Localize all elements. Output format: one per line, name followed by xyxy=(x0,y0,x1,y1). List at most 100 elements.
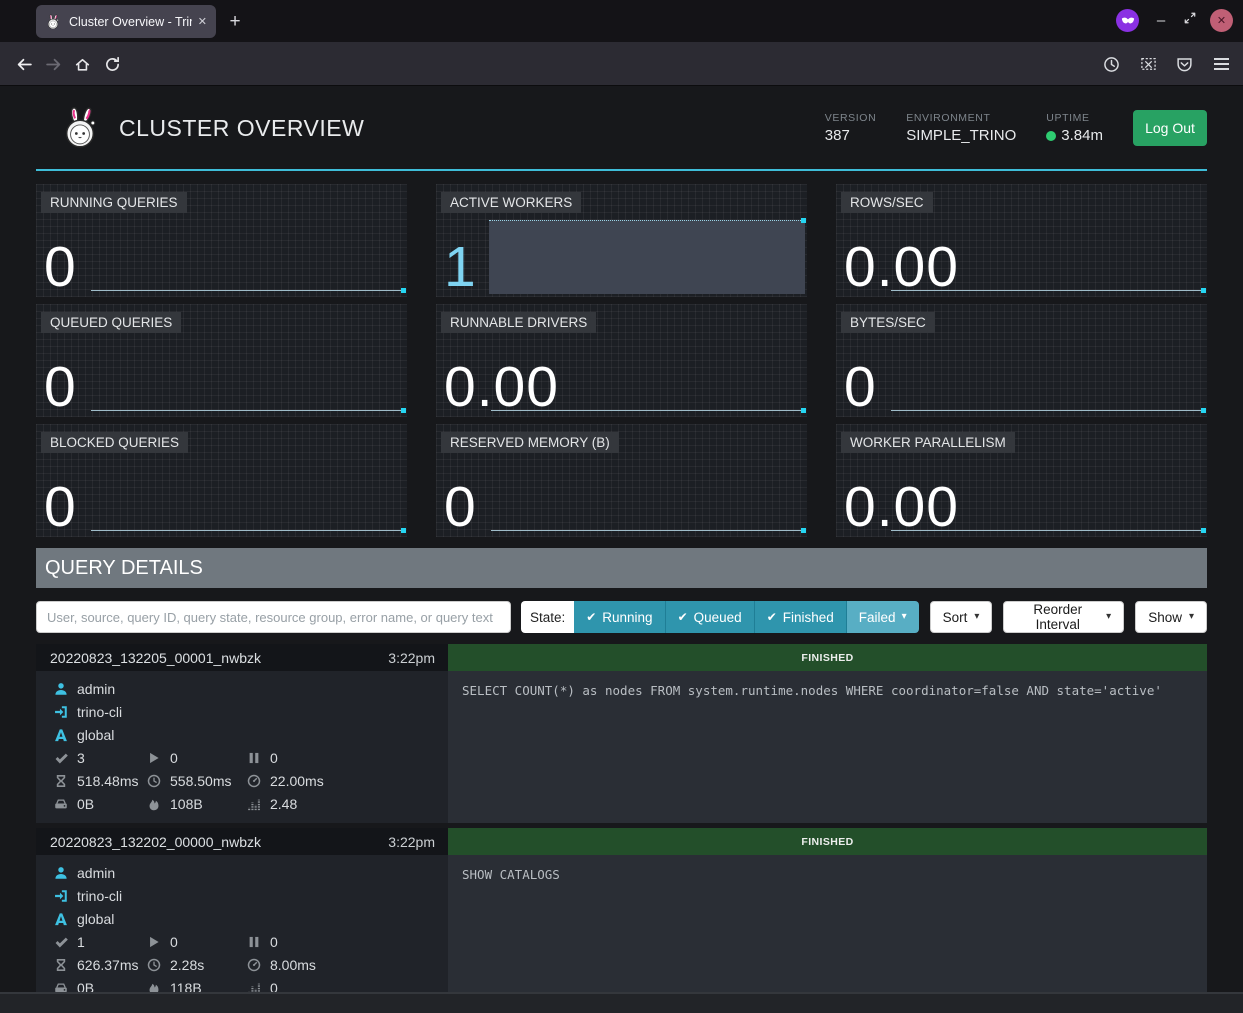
version-block: VERSION 387 xyxy=(825,112,876,144)
state-finished-button[interactable]: ✔ Finished xyxy=(754,601,846,633)
card-value: 0 xyxy=(44,477,77,537)
wall-time: 626.37ms xyxy=(77,957,138,973)
check-icon xyxy=(54,935,68,949)
query-status-bar: FINISHED xyxy=(448,644,1207,671)
query-search-input[interactable] xyxy=(36,601,511,633)
pocket-button[interactable] xyxy=(1174,54,1194,74)
card-label: RUNNABLE DRIVERS xyxy=(441,312,596,333)
running-splits: 0 xyxy=(170,750,178,766)
peak-memory: 108B xyxy=(170,796,203,812)
minimize-window-button[interactable]: – xyxy=(1152,12,1170,29)
query-id-link[interactable]: 20220823_132202_00000_nwbzk xyxy=(50,834,261,850)
query-source: trino-cli xyxy=(77,704,122,720)
query-status-bar: FINISHED xyxy=(448,828,1207,855)
uptime-label: UPTIME xyxy=(1046,112,1103,124)
cumulative-memory: 2.48 xyxy=(270,796,297,812)
query-time: 3:22pm xyxy=(388,834,435,850)
user-icon xyxy=(54,682,68,696)
app-header: CLUSTER OVERVIEW VERSION 387 ENVIRONMENT… xyxy=(36,87,1207,171)
card-rows-per-sec: ROWS/SEC 0.00 xyxy=(836,184,1207,297)
gauge-icon xyxy=(247,774,261,788)
query-details-title: QUERY DETAILS xyxy=(36,548,1207,588)
completed-splits: 1 xyxy=(77,934,85,950)
trino-logo-icon xyxy=(58,106,102,150)
browser-tab[interactable]: Cluster Overview - Trino ✕ xyxy=(36,5,216,38)
play-icon xyxy=(147,935,161,949)
cpu-time: 8.00ms xyxy=(270,957,316,973)
sort-dropdown[interactable]: Sort ▾ xyxy=(930,601,993,633)
environment-block: ENVIRONMENT SIMPLE_TRINO xyxy=(906,112,1016,144)
card-label: RESERVED MEMORY (B) xyxy=(441,432,619,453)
menu-button[interactable] xyxy=(1211,54,1231,74)
chevron-down-icon: ▾ xyxy=(902,612,907,622)
queued-splits: 0 xyxy=(270,750,278,766)
history-button[interactable] xyxy=(1101,54,1121,74)
reload-button[interactable] xyxy=(102,54,122,74)
card-bytes-per-sec: BYTES/SEC 0 xyxy=(836,304,1207,417)
resource-group-icon xyxy=(54,912,68,926)
query-resource-group: global xyxy=(77,911,114,927)
card-label: ACTIVE WORKERS xyxy=(441,192,581,213)
card-label: RUNNING QUERIES xyxy=(41,192,187,213)
card-label: BYTES/SEC xyxy=(841,312,935,333)
equalizer-icon xyxy=(247,797,261,811)
card-label: WORKER PARALLELISM xyxy=(841,432,1015,453)
tab-close-button[interactable]: ✕ xyxy=(198,15,207,28)
restore-window-button[interactable] xyxy=(1183,11,1197,30)
home-button[interactable] xyxy=(72,54,92,74)
elapsed-time: 2.28s xyxy=(170,957,204,973)
trino-favicon-icon xyxy=(45,14,61,30)
hourglass-icon xyxy=(54,958,68,972)
close-window-button[interactable]: ✕ xyxy=(1210,9,1233,32)
card-worker-parallelism: WORKER PARALLELISM 0.00 xyxy=(836,424,1207,537)
card-value: 0 xyxy=(44,237,77,297)
query-filter-bar: State: ✔ Running ✔ Queued ✔ Finished Fa xyxy=(36,601,1207,633)
play-icon xyxy=(147,751,161,765)
clock-icon xyxy=(147,958,161,972)
card-value: 0 xyxy=(44,357,77,417)
card-value: 0 xyxy=(444,477,477,537)
check-icon: ✔ xyxy=(767,610,777,624)
card-value: 0.00 xyxy=(844,477,959,537)
card-value: 0.00 xyxy=(444,357,559,417)
sparkline xyxy=(91,530,405,531)
forward-button[interactable] xyxy=(43,54,63,74)
trino-cluster-overview-page: CLUSTER OVERVIEW VERSION 387 ENVIRONMENT… xyxy=(0,87,1243,1013)
new-tab-button[interactable]: + xyxy=(222,9,248,35)
query-row: 20220823_132202_00000_nwbzk 3:22pm FINIS… xyxy=(36,828,1207,1007)
card-active-workers: ACTIVE WORKERS 1 xyxy=(436,184,807,297)
state-label: State: xyxy=(521,601,574,633)
state-queued-button[interactable]: ✔ Queued xyxy=(665,601,754,633)
chevron-down-icon: ▾ xyxy=(1106,612,1111,622)
query-sql-text: SELECT COUNT(*) as nodes FROM system.run… xyxy=(462,683,1162,698)
pause-icon xyxy=(247,935,261,949)
wall-time: 518.48ms xyxy=(77,773,138,789)
current-memory: 0B xyxy=(77,796,94,812)
tab-title: Cluster Overview - Trino xyxy=(69,15,192,29)
window-controls: – ✕ xyxy=(1116,9,1233,32)
bottom-strip xyxy=(0,992,1243,1013)
state-failed-dropdown[interactable]: Failed ▾ xyxy=(846,601,919,633)
card-label: BLOCKED QUERIES xyxy=(41,432,188,453)
elapsed-time: 558.50ms xyxy=(170,773,231,789)
card-running-queries: RUNNING QUERIES 0 xyxy=(36,184,407,297)
show-dropdown[interactable]: Show ▾ xyxy=(1135,601,1207,633)
state-filter-group: State: ✔ Running ✔ Queued ✔ Finished Fa xyxy=(521,601,919,633)
query-meta-panel: admin trino-cli global 1 0 0 626.37ms 2.… xyxy=(36,855,448,1007)
logout-button[interactable]: Log Out xyxy=(1133,110,1207,146)
user-icon xyxy=(54,866,68,880)
screenshot-button[interactable] xyxy=(1138,54,1158,74)
state-running-button[interactable]: ✔ Running xyxy=(574,601,664,633)
chevron-down-icon: ▾ xyxy=(974,612,979,622)
card-value: 0.00 xyxy=(844,237,959,297)
source-icon xyxy=(54,889,68,903)
reorder-interval-dropdown[interactable]: Reorder Interval ▾ xyxy=(1003,601,1124,633)
sparkline xyxy=(489,220,805,294)
sparkline xyxy=(91,410,405,411)
query-time: 3:22pm xyxy=(388,650,435,666)
query-meta-panel: admin trino-cli global 3 0 0 518.48ms 55… xyxy=(36,671,448,823)
completed-splits: 3 xyxy=(77,750,85,766)
back-button[interactable] xyxy=(14,54,34,74)
environment-value: SIMPLE_TRINO xyxy=(906,127,1016,144)
query-id-link[interactable]: 20220823_132205_00001_nwbzk xyxy=(50,650,261,666)
